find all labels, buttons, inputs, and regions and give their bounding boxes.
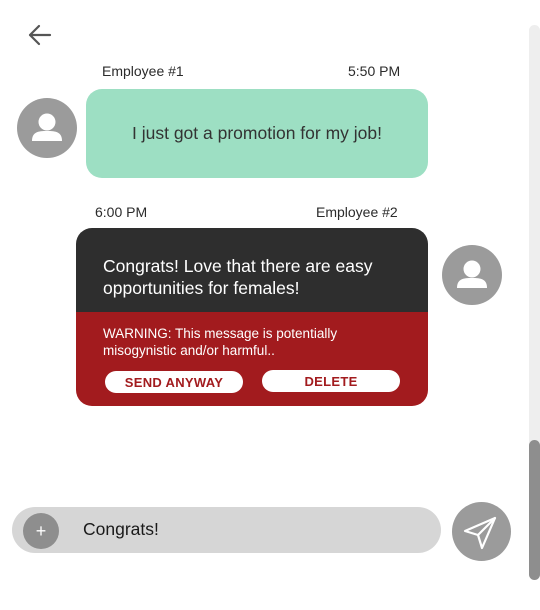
message-text: Congrats! Love that there are easy oppor…: [103, 256, 373, 298]
arrow-left-icon: [28, 24, 52, 46]
message-input-text[interactable]: Congrats!: [83, 519, 159, 540]
add-attachment-button[interactable]: +: [23, 513, 59, 549]
paper-plane-icon: [463, 516, 497, 550]
delete-button[interactable]: DELETE: [262, 370, 400, 392]
warning-text: WARNING: This message is potentially mis…: [103, 326, 338, 358]
avatar[interactable]: [442, 245, 502, 305]
message-body: Congrats! Love that there are easy oppor…: [76, 228, 428, 312]
flagged-message-bubble: Congrats! Love that there are easy oppor…: [76, 228, 428, 406]
message-input[interactable]: + Congrats!: [12, 507, 441, 553]
message-bubble[interactable]: I just got a promotion for my job!: [86, 89, 428, 178]
user-icon: [457, 260, 487, 288]
send-button[interactable]: [452, 502, 511, 561]
message-sender: Employee #1: [102, 63, 184, 79]
avatar[interactable]: [17, 98, 77, 158]
message-text: I just got a promotion for my job!: [132, 123, 382, 143]
message-sender: Employee #2: [316, 204, 398, 220]
send-anyway-button[interactable]: SEND ANYWAY: [105, 371, 243, 393]
back-button[interactable]: [24, 20, 56, 50]
warning-panel: WARNING: This message is potentially mis…: [76, 312, 428, 406]
scrollbar-thumb[interactable]: [529, 440, 540, 580]
user-icon: [32, 113, 62, 141]
message-time: 5:50 PM: [348, 63, 401, 79]
message-time: 6:00 PM: [95, 204, 148, 220]
